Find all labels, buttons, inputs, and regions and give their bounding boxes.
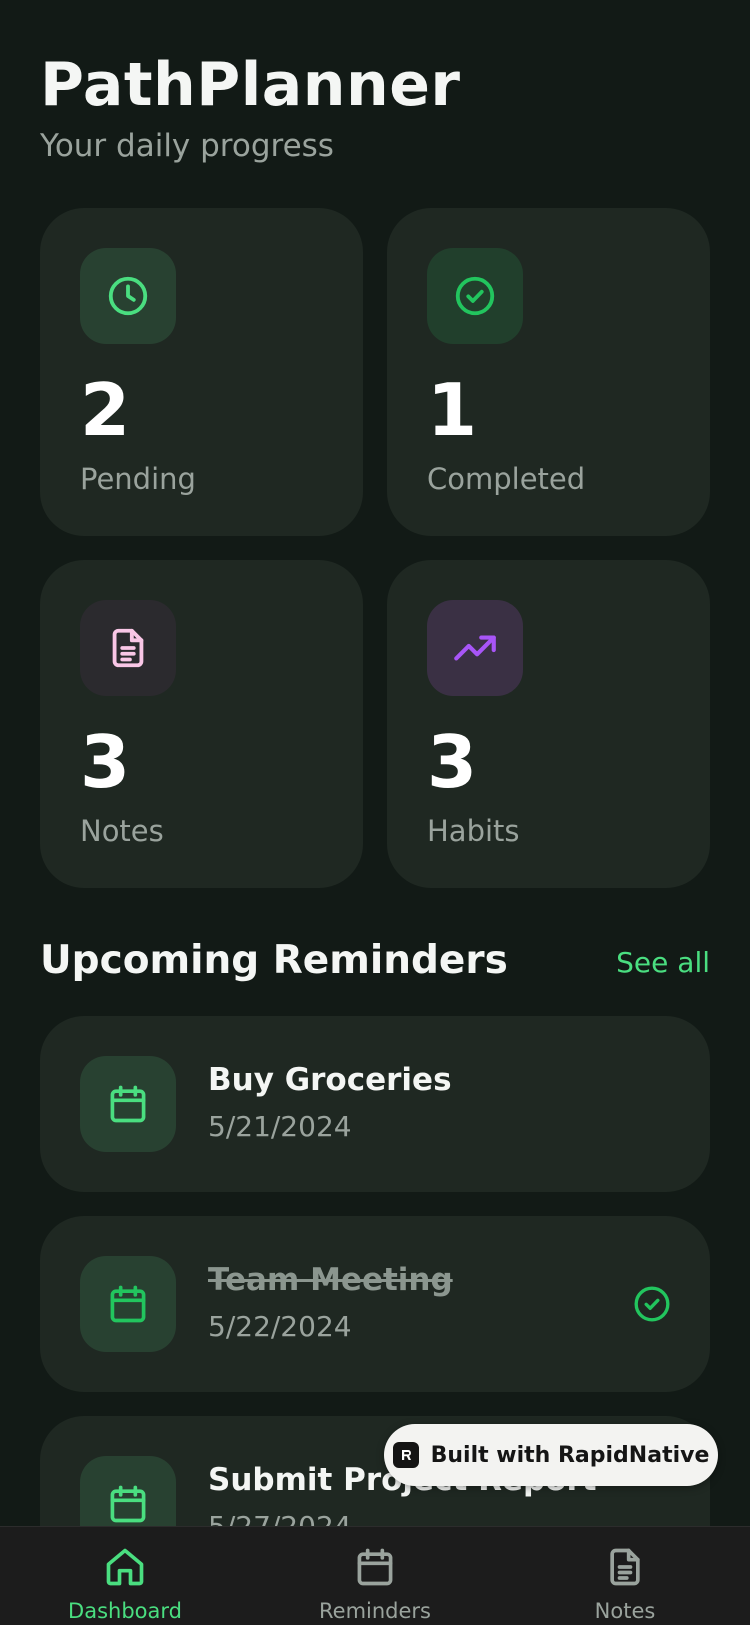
app-subtitle: Your daily progress bbox=[40, 128, 334, 164]
reminder-title: Buy Groceries bbox=[208, 1062, 452, 1098]
home-icon bbox=[106, 1548, 144, 1586]
check-circle-icon[interactable] bbox=[632, 1284, 672, 1324]
stat-value: 3 bbox=[80, 720, 131, 804]
stat-value: 3 bbox=[427, 720, 478, 804]
reminder-date: 5/21/2024 bbox=[208, 1110, 352, 1143]
header: PathPlanner Your daily progress bbox=[40, 48, 461, 164]
calendar-icon bbox=[80, 1056, 176, 1152]
calendar-icon bbox=[80, 1256, 176, 1352]
stat-card-notes[interactable]: 3 Notes bbox=[40, 560, 363, 888]
badge-text: Built with RapidNative bbox=[430, 1442, 710, 1468]
bottom-tab-bar: Dashboard Reminders Notes bbox=[0, 1526, 750, 1625]
trending-up-icon bbox=[427, 600, 523, 696]
stat-card-habits[interactable]: 3 Habits bbox=[387, 560, 710, 888]
reminder-item[interactable]: Team Meeting 5/22/2024 bbox=[40, 1216, 710, 1392]
stat-value: 1 bbox=[427, 368, 478, 452]
stat-card-completed[interactable]: 1 Completed bbox=[387, 208, 710, 536]
tab-reminders[interactable]: Reminders bbox=[250, 1527, 500, 1625]
stat-label: Completed bbox=[427, 462, 586, 496]
app-title: PathPlanner bbox=[40, 50, 461, 120]
stat-value: 2 bbox=[80, 368, 131, 452]
check-circle-icon bbox=[427, 248, 523, 344]
stat-card-pending[interactable]: 2 Pending bbox=[40, 208, 363, 536]
document-icon bbox=[80, 600, 176, 696]
see-all-link[interactable]: See all bbox=[616, 946, 710, 979]
tab-notes[interactable]: Notes bbox=[500, 1527, 750, 1625]
rapidnative-logo-icon bbox=[392, 1442, 419, 1468]
stat-label: Habits bbox=[427, 814, 520, 848]
built-with-badge[interactable]: Built with RapidNative bbox=[384, 1424, 718, 1486]
stat-label: Pending bbox=[80, 462, 196, 496]
tab-label: Notes bbox=[594, 1599, 656, 1623]
tab-label: Reminders bbox=[319, 1599, 431, 1623]
tab-label: Dashboard bbox=[68, 1599, 182, 1623]
stat-label: Notes bbox=[80, 814, 164, 848]
clock-icon bbox=[80, 248, 176, 344]
reminder-title: Team Meeting bbox=[208, 1262, 453, 1298]
reminder-item[interactable]: Buy Groceries 5/21/2024 bbox=[40, 1016, 710, 1192]
tab-dashboard[interactable]: Dashboard bbox=[0, 1527, 250, 1625]
document-icon bbox=[610, 1548, 640, 1586]
calendar-icon bbox=[357, 1548, 393, 1586]
section-title: Upcoming Reminders bbox=[40, 938, 508, 983]
reminder-date: 5/22/2024 bbox=[208, 1310, 352, 1343]
